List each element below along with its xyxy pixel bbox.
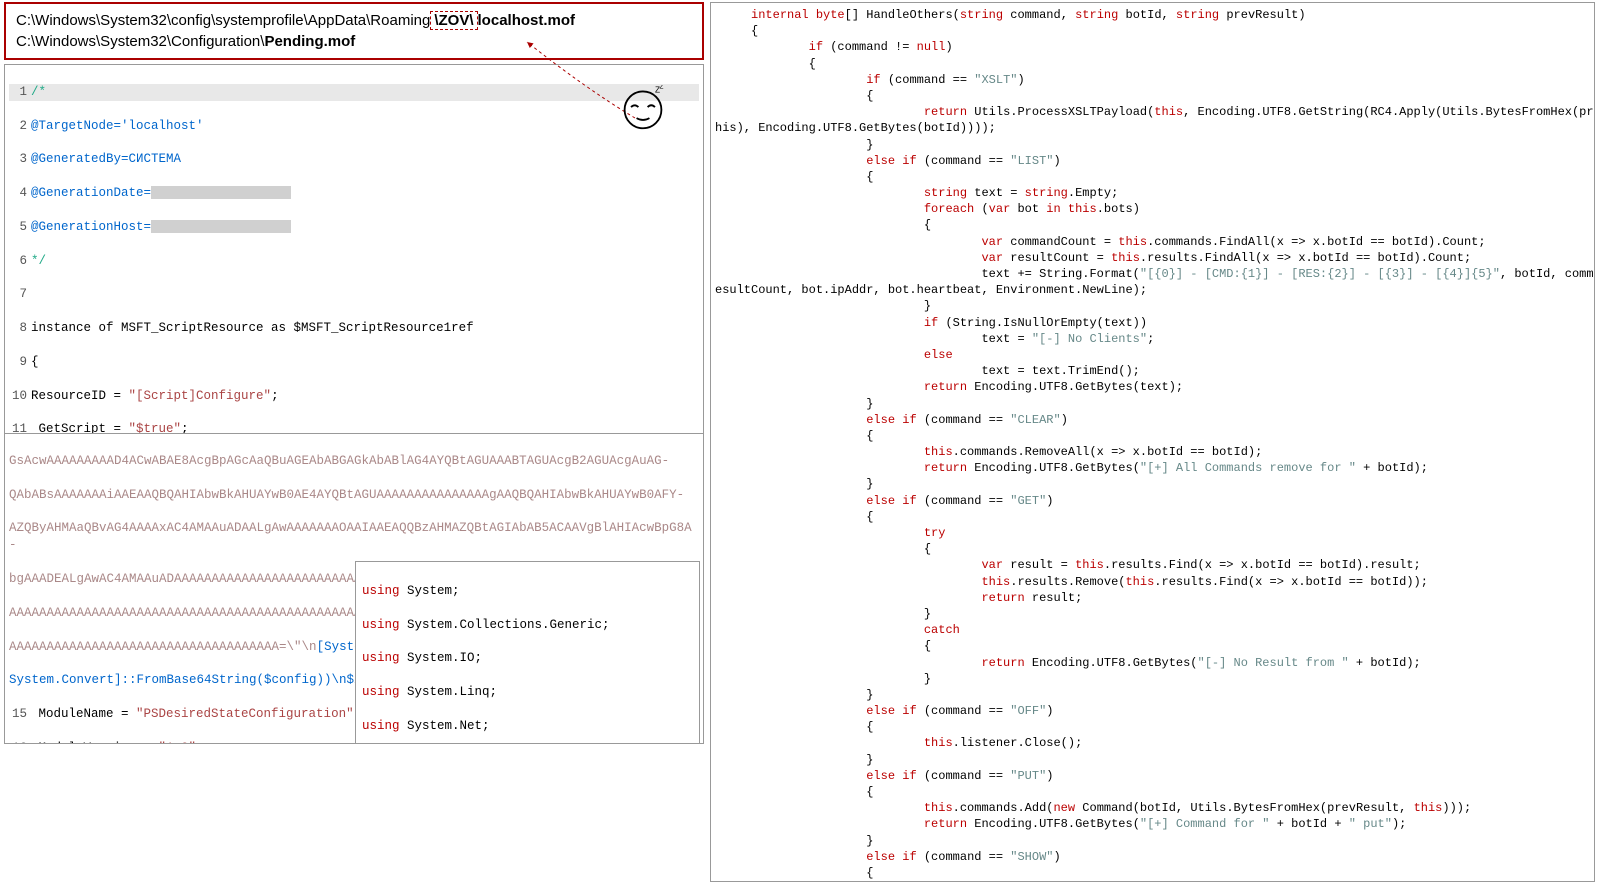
- path1-prefix: C:\Windows\System32\config\systemprofile…: [16, 12, 430, 29]
- csharp-code-panel: internal byte[] HandleOthers(string comm…: [710, 2, 1595, 882]
- zov-highlight: \ZOV\: [430, 11, 477, 30]
- path-line-1: C:\Windows\System32\config\systemprofile…: [16, 10, 692, 31]
- redacted-field: [151, 186, 291, 199]
- path2-bold: Pending.mof: [264, 33, 355, 50]
- path-box: C:\Windows\System32\config\systemprofile…: [4, 2, 704, 60]
- path-line-2: C:\Windows\System32\Configuration\Pendin…: [16, 31, 692, 52]
- mof-code-panel-2: GsAcwAAAAAAAAAD4ACwABAE8AcgBpAGcAaQBuAGE…: [4, 434, 704, 744]
- sleep-icon: Z Z: [620, 85, 666, 131]
- path2-prefix: C:\Windows\System32\Configuration\: [16, 33, 264, 50]
- mof-code-panel-1: 1/* 2@TargetNode='localhost' 3@Generated…: [4, 64, 704, 434]
- program-code-panel: using System; using System.Collections.G…: [355, 561, 700, 744]
- redacted-field: [151, 220, 291, 233]
- path1-suffix: localhost.mof: [478, 12, 576, 29]
- svg-text:Z: Z: [660, 85, 664, 91]
